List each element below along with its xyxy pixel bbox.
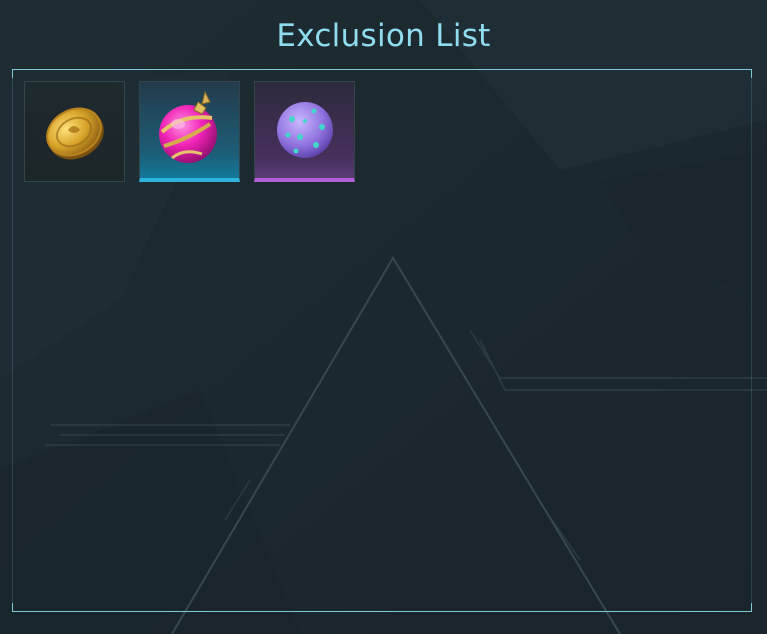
frame-corner-tick — [12, 603, 13, 612]
item-grid — [24, 81, 355, 182]
frame-left-border — [12, 69, 13, 612]
frame-bottom-border — [12, 611, 752, 612]
gold-coin-icon — [45, 107, 104, 159]
frame-top-border — [12, 69, 752, 70]
frame-corner-tick — [751, 603, 752, 612]
frame-corner-tick — [751, 69, 752, 78]
item-slot-spiked-purple-orb[interactable] — [254, 81, 355, 182]
item-slot-pink-gem-orb[interactable] — [139, 81, 240, 182]
page-title: Exclusion List — [276, 18, 491, 54]
pink-gem-orb-icon — [158, 90, 217, 163]
frame-right-border — [751, 69, 752, 612]
item-slot-gold-coin[interactable] — [24, 81, 125, 182]
frame-corner-tick — [12, 69, 13, 78]
spiked-purple-orb-icon — [276, 102, 333, 158]
